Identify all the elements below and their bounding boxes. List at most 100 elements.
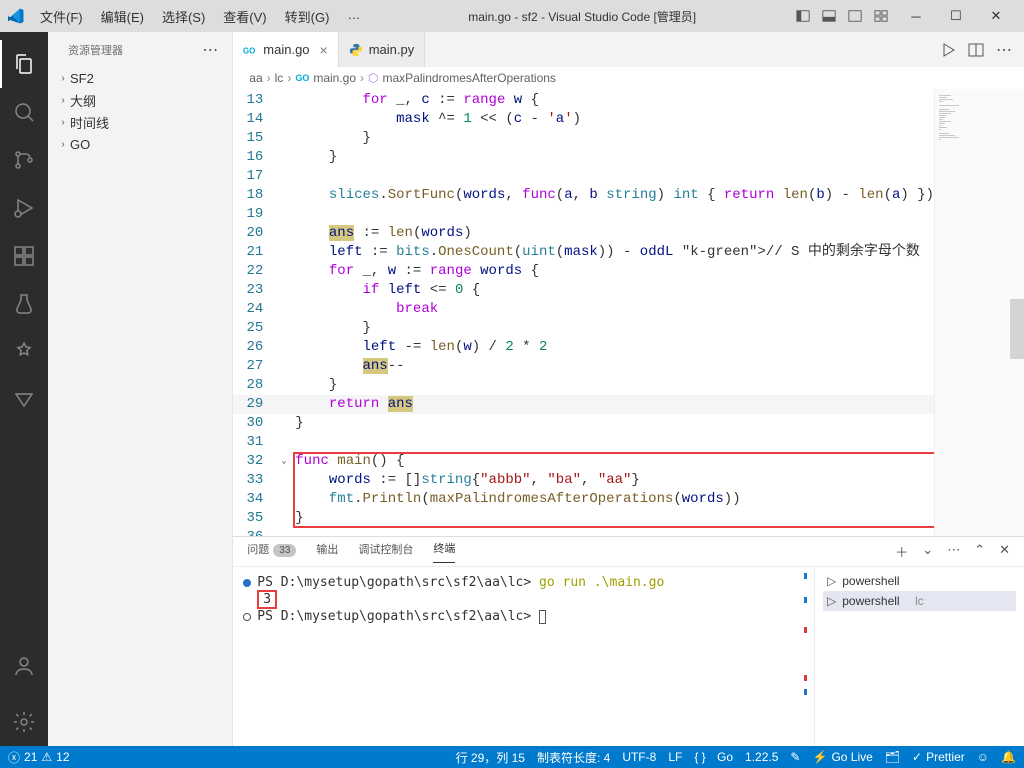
code-line[interactable]: 21 left := bits.OnesCount(uint(mask)) - … bbox=[233, 243, 934, 262]
maximize-panel-icon[interactable]: ⌃ bbox=[974, 542, 985, 561]
more-actions-icon[interactable]: ⋯ bbox=[996, 40, 1014, 60]
code-line[interactable]: 24 break bbox=[233, 300, 934, 319]
chevron-right-icon: › bbox=[56, 73, 70, 84]
breadcrumbs[interactable]: aa› lc› GO main.go› ⬡ maxPalindromesAfte… bbox=[233, 67, 1024, 89]
status-eol[interactable]: LF bbox=[668, 749, 682, 766]
split-editor-icon[interactable] bbox=[968, 42, 984, 58]
panel-tab-output[interactable]: 输出 bbox=[316, 541, 338, 563]
menu-goto[interactable]: 转到(G) bbox=[277, 3, 338, 30]
code-line[interactable]: 30} bbox=[233, 414, 934, 433]
editor-area: GO main.go × main.py ⋯ aa› lc› GO main.g… bbox=[233, 32, 1024, 746]
menu-select[interactable]: 选择(S) bbox=[154, 3, 213, 30]
code-line[interactable]: 32⌄func main() { bbox=[233, 452, 934, 471]
code-line[interactable]: 34 fmt.Println(maxPalindromesAfterOperat… bbox=[233, 490, 934, 509]
close-panel-icon[interactable]: ✕ bbox=[999, 542, 1010, 561]
terminal-dropdown-icon[interactable]: ⌄ bbox=[922, 542, 933, 561]
go-file-icon: GO bbox=[295, 73, 309, 83]
activity-testing[interactable] bbox=[0, 280, 48, 328]
status-edit-icon[interactable]: ✎ bbox=[790, 749, 800, 766]
code-line[interactable]: 13 for _, c := range w { bbox=[233, 91, 934, 110]
explorer-sidebar: 资源管理器 ⋯ ›SF2 ›大纲 ›时间线 ›GO bbox=[48, 32, 233, 746]
panel-bottom-icon[interactable] bbox=[822, 9, 836, 23]
status-prettier[interactable]: ✓Prettier bbox=[912, 749, 965, 766]
status-lang[interactable]: { } Go bbox=[694, 749, 733, 766]
status-version[interactable]: 1.22.5 bbox=[745, 749, 778, 766]
sidebar-section-sf2[interactable]: ›SF2 bbox=[48, 67, 232, 89]
code-line[interactable]: 28 } bbox=[233, 376, 934, 395]
sidebar-section-go[interactable]: ›GO bbox=[48, 133, 232, 155]
code-line[interactable]: 26 left -= len(w) / 2 * 2 bbox=[233, 338, 934, 357]
menu-edit[interactable]: 编辑(E) bbox=[93, 3, 152, 30]
panel-tabs: 问题33 输出 调试控制台 终端 ＋ ⌄ ⋯ ⌃ ✕ bbox=[233, 537, 1024, 567]
antenna-icon: ⚡ bbox=[812, 750, 827, 764]
panel-tab-debug[interactable]: 调试控制台 bbox=[358, 541, 413, 563]
sidebar-more-icon[interactable]: ⋯ bbox=[202, 40, 220, 60]
chevron-right-icon: › bbox=[56, 139, 70, 150]
activity-bar bbox=[0, 32, 48, 746]
code-line[interactable]: 25 } bbox=[233, 319, 934, 338]
new-terminal-icon[interactable]: ＋ bbox=[895, 542, 908, 561]
menu-file[interactable]: 文件(F) bbox=[32, 3, 91, 30]
activity-source-control[interactable] bbox=[0, 136, 48, 184]
code-line[interactable]: 23 if left <= 0 { bbox=[233, 281, 934, 300]
code-line[interactable]: 16 } bbox=[233, 148, 934, 167]
status-bell-icon[interactable]: 🔔 bbox=[1001, 749, 1016, 766]
status-ext-icon[interactable]: 🗂 bbox=[885, 749, 900, 766]
run-icon[interactable] bbox=[940, 42, 956, 58]
code-line[interactable]: 14 mask ^= 1 << (c - 'a') bbox=[233, 110, 934, 129]
activity-run-debug[interactable] bbox=[0, 184, 48, 232]
terminal-list: ▷powershell ▷powershell lc bbox=[814, 567, 1024, 746]
panel-more-icon[interactable]: ⋯ bbox=[947, 542, 960, 561]
code-line[interactable]: 17 bbox=[233, 167, 934, 186]
terminal-list-item[interactable]: ▷powershell bbox=[823, 571, 1016, 591]
layout-controls bbox=[796, 9, 888, 23]
code-line[interactable]: 35} bbox=[233, 509, 934, 528]
sidebar-section-timeline[interactable]: ›时间线 bbox=[48, 111, 232, 133]
code-line[interactable]: 19 bbox=[233, 205, 934, 224]
panel-left-icon[interactable] bbox=[796, 9, 810, 23]
code-line[interactable]: 20 ans := len(words) bbox=[233, 224, 934, 243]
code-line[interactable]: 33 words := []string{"abbb", "ba", "aa"} bbox=[233, 471, 934, 490]
code-line[interactable]: 36 bbox=[233, 528, 934, 536]
activity-extensions[interactable] bbox=[0, 232, 48, 280]
code-line[interactable]: 27 ans-- bbox=[233, 357, 934, 376]
code-editor[interactable]: 13 for _, c := range w {14 mask ^= 1 << … bbox=[233, 89, 934, 536]
activity-account[interactable] bbox=[0, 642, 48, 690]
activity-misc-1[interactable] bbox=[0, 328, 48, 376]
panel-tab-problems[interactable]: 问题33 bbox=[247, 541, 296, 563]
tab-main-py[interactable]: main.py bbox=[339, 32, 426, 67]
status-feedback-icon[interactable]: ☺ bbox=[977, 749, 989, 766]
code-line[interactable]: 31 bbox=[233, 433, 934, 452]
activity-explorer[interactable] bbox=[0, 40, 48, 88]
minimap[interactable]: ▬▬▬▬▬▬▬▬▬▬▬▬▬▬▬▬▬▬▬▬▬▬▬▬▬▬▬▬▬▬▬▬▬▬▬▬▬▬▬▬… bbox=[934, 89, 1024, 536]
tab-main-go[interactable]: GO main.go × bbox=[233, 32, 338, 67]
status-encoding[interactable]: UTF-8 bbox=[622, 749, 656, 766]
activity-settings[interactable] bbox=[0, 698, 48, 746]
menu-more[interactable]: … bbox=[339, 3, 368, 30]
code-line[interactable]: 29 return ans bbox=[233, 395, 934, 414]
close-tab-icon[interactable]: × bbox=[320, 42, 328, 58]
terminal-list-item[interactable]: ▷powershell lc bbox=[823, 591, 1016, 611]
menu-view[interactable]: 查看(V) bbox=[215, 3, 274, 30]
activity-search[interactable] bbox=[0, 88, 48, 136]
code-line[interactable]: 22 for _, w := range words { bbox=[233, 262, 934, 281]
editor-tabs: GO main.go × main.py ⋯ bbox=[233, 32, 1024, 67]
activity-misc-2[interactable] bbox=[0, 376, 48, 424]
minimize-button[interactable]: ─ bbox=[896, 0, 936, 32]
terminal[interactable]: PS D:\mysetup\gopath\src\sf2\aa\lc> go r… bbox=[233, 567, 800, 746]
status-cursor[interactable]: 行 29，列 15 bbox=[456, 749, 525, 766]
panel-tab-terminal[interactable]: 终端 bbox=[433, 540, 455, 563]
minimap-thumb[interactable] bbox=[1010, 299, 1024, 359]
layout-customize-icon[interactable] bbox=[874, 9, 888, 23]
code-line[interactable]: 15 } bbox=[233, 129, 934, 148]
status-errors[interactable]: ⓧ21⚠12 bbox=[8, 749, 70, 766]
status-indent[interactable]: 制表符长度: 4 bbox=[537, 749, 610, 766]
status-golive[interactable]: ⚡Go Live bbox=[812, 749, 872, 766]
maximize-button[interactable]: ☐ bbox=[936, 0, 976, 32]
sidebar-title: 资源管理器 bbox=[68, 42, 123, 58]
sidebar-section-outline[interactable]: ›大纲 bbox=[48, 89, 232, 111]
panel-right-icon[interactable] bbox=[848, 9, 862, 23]
close-button[interactable]: ✕ bbox=[976, 0, 1016, 32]
go-file-icon: GO bbox=[243, 43, 257, 57]
code-line[interactable]: 18 slices.SortFunc(words, func(a, b stri… bbox=[233, 186, 934, 205]
